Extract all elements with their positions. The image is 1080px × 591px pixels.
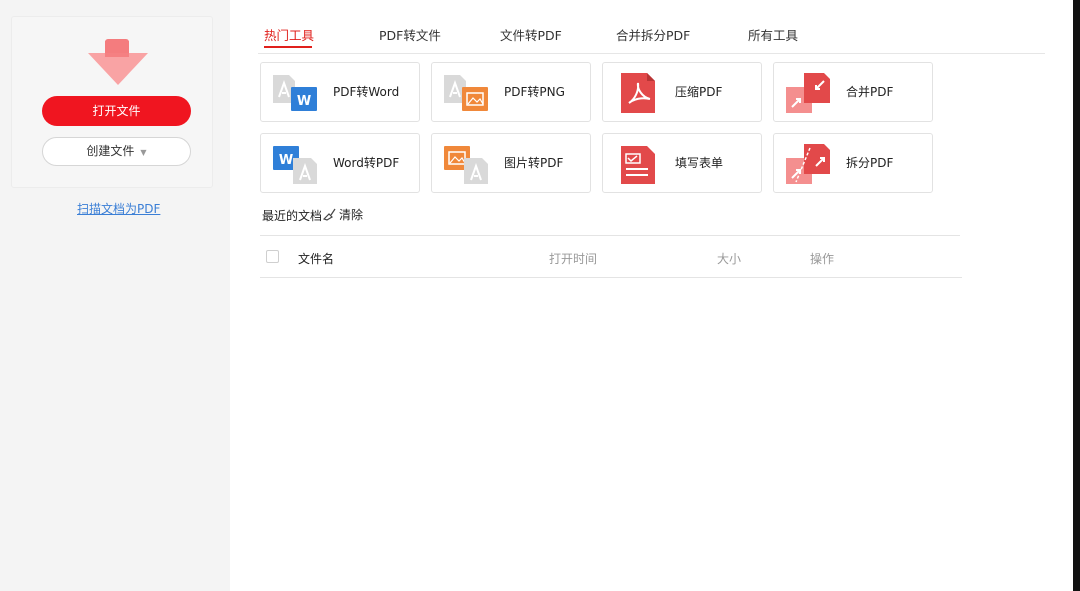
clear-label: 清除 [339,208,364,222]
select-all-checkbox[interactable] [266,250,279,263]
tool-label: 图片转PDF [504,156,564,170]
create-file-button[interactable]: 创建文件 ▼ [42,137,191,166]
chevron-down-icon: ▼ [140,148,147,157]
tabs-divider [258,53,1045,54]
tool-label: 拆分PDF [846,156,894,170]
download-arrow-icon [88,39,148,85]
tool-pdf-to-png[interactable]: PDF转PNG [431,62,591,122]
tool-compress-pdf[interactable]: 压缩PDF [602,62,762,122]
tool-label: PDF转Word [333,85,400,99]
active-tab-indicator [264,46,312,48]
column-header-size[interactable]: 大小 [717,250,741,267]
merge-pdf-icon [786,73,830,113]
tool-word-to-pdf[interactable]: W Word转PDF [260,133,420,193]
app-window: 打开文件 创建文件 ▼ 扫描文档为PDF 热门工具 PDF转文件 文件转PDF 合… [0,0,1073,591]
column-header-filename[interactable]: 文件名 [298,250,334,267]
column-header-actions: 操作 [810,252,835,266]
create-file-label: 创建文件 [86,144,135,158]
compress-pdf-icon [621,73,655,113]
recent-documents-title: 最近的文档 [262,209,323,223]
image-to-pdf-icon [444,146,488,184]
table-top-divider [260,235,960,236]
window-edge [1073,0,1080,591]
fill-form-icon [621,146,655,184]
tab-file-to-pdf[interactable]: 文件转PDF [500,25,562,44]
tab-merge-split[interactable]: 合并拆分PDF [616,25,690,44]
pdf-to-word-icon: W [273,75,317,111]
open-file-card: 打开文件 创建文件 ▼ [11,16,213,188]
tool-merge-pdf[interactable]: 合并PDF [773,62,933,122]
svg-text:W: W [297,94,311,109]
word-to-pdf-icon: W [273,146,317,184]
tool-label: Word转PDF [333,156,400,170]
pdf-to-png-icon [444,75,488,111]
tool-fill-form[interactable]: 填写表单 [602,133,762,193]
tool-pdf-to-word[interactable]: W PDF转Word [260,62,420,122]
svg-text:W: W [279,153,293,168]
tool-split-pdf[interactable]: 拆分PDF [773,133,933,193]
column-header-open-time[interactable]: 打开时间 [549,250,597,267]
tool-label: 压缩PDF [675,85,723,99]
clear-recent-button[interactable]: 清除 [322,206,363,223]
split-pdf-icon [786,144,830,184]
tool-label: 填写表单 [675,156,724,170]
broom-icon [322,208,336,221]
tool-label: PDF转PNG [504,85,565,99]
open-file-button[interactable]: 打开文件 [42,96,191,126]
table-header-divider [260,277,962,278]
tool-label: 合并PDF [846,85,894,99]
tool-image-to-pdf[interactable]: 图片转PDF [431,133,591,193]
scan-to-pdf-link[interactable]: 扫描文档为PDF [77,200,160,217]
sidebar: 打开文件 创建文件 ▼ 扫描文档为PDF [0,0,230,591]
tab-hot-tools[interactable]: 热门工具 [264,25,314,44]
tab-all-tools[interactable]: 所有工具 [748,25,798,44]
tab-pdf-to-file[interactable]: PDF转文件 [379,25,441,44]
